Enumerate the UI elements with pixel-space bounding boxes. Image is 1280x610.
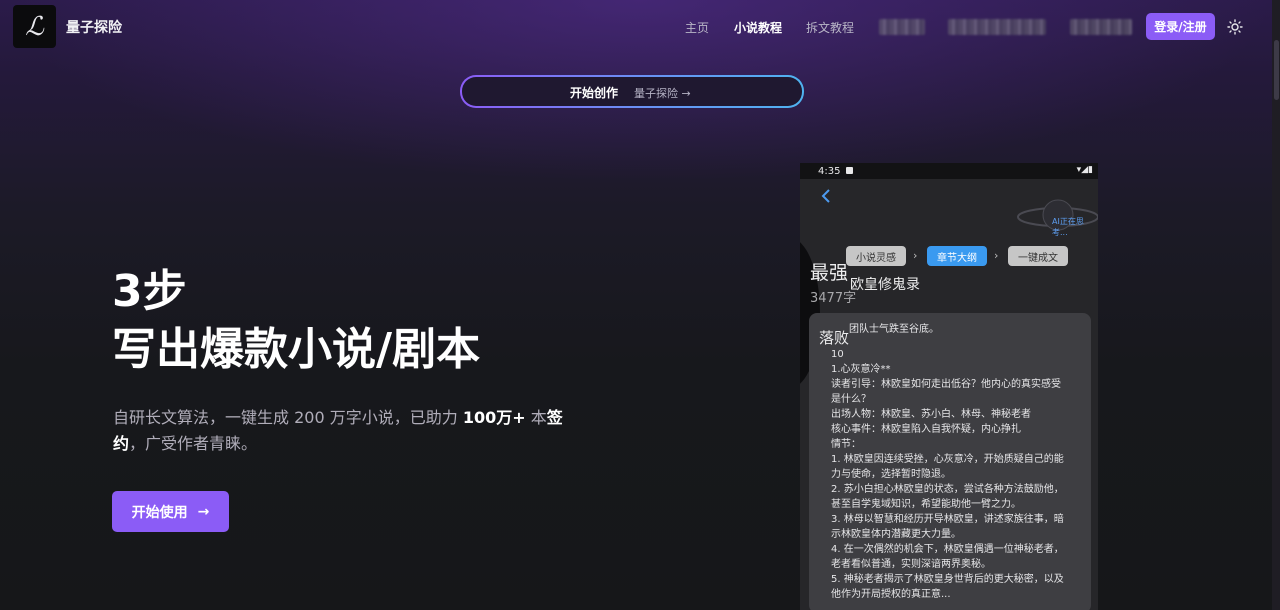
logo[interactable]: ℒ: [13, 5, 56, 48]
outline-line: 5. 神秘老者揭示了林欧皇身世背后的更大秘密，以及: [831, 574, 1064, 585]
outline-line: 力与使命，选择暂时隐退。: [831, 469, 951, 480]
outline-line: 1. 林欧皇因连续受挫，心灰意冷，开始质疑自己的能: [831, 454, 1064, 465]
step-chapter-outline[interactable]: 章节大纲: [927, 246, 987, 266]
scrollbar-thumb[interactable]: [1274, 40, 1279, 100]
chevron-right-icon: ›: [913, 249, 918, 262]
sun-icon[interactable]: [1227, 19, 1243, 35]
desc-highlight-count: 100万+: [462, 408, 526, 427]
outline-line: 他作为开局授权的真正意...: [831, 589, 951, 600]
phone-status-bar: 4:35 ▾◢▮: [800, 163, 1098, 179]
brand-name[interactable]: 量子探险: [66, 17, 122, 37]
ai-thinking-label: AI正在思考...: [1052, 217, 1084, 237]
outline-line: 读者引导：林欧皇如何走出低谷？他内心的真实感受: [831, 379, 1061, 390]
signal-battery-icon: ▾◢▮: [1076, 165, 1093, 175]
desc-part-a: 自研长文算法，一键生成 200 万字小说，已助力: [113, 408, 463, 427]
outline-line: 核心事件：林欧皇陷入自我怀疑，内心挣扎: [831, 424, 1021, 435]
outline-line: [831, 332, 1086, 347]
nav-link-home[interactable]: 主页: [685, 19, 709, 36]
step-generate-text[interactable]: 一键成文: [1008, 246, 1068, 266]
phone-title: 最强: [810, 262, 849, 284]
nav-link-novel-tutorial[interactable]: 小说教程: [734, 19, 782, 36]
outline-line: 2. 苏小白担心林欧皇的状态，尝试各种方法鼓励他，: [831, 484, 1064, 495]
notification-icon: [846, 167, 853, 174]
login-register-button[interactable]: 登录/注册: [1146, 13, 1215, 40]
status-time: 4:35: [818, 166, 841, 177]
get-started-button[interactable]: 开始使用 →: [112, 491, 229, 532]
outline-line: 10: [831, 349, 844, 360]
back-arrow-icon[interactable]: [820, 187, 832, 205]
outline-text: 10 1.心灰意冷** 读者引导：林欧皇如何走出低谷？他内心的真实感受 是什么？…: [831, 317, 1086, 602]
hero-title-line1: 3步: [112, 266, 187, 317]
outline-line: 3. 林母以智慧和经历开导林欧皇，讲述家族往事，暗: [831, 514, 1064, 525]
outline-line: 甚至自学鬼域知识，希望能助他一臂之力。: [831, 499, 1021, 510]
top-nav: ℒ 量子探险 主页 小说教程 拆文教程 登录/注册: [0, 0, 1280, 52]
desc-part-c: ，广受作者青睐。: [129, 434, 258, 453]
chevron-right-icon: ›: [994, 249, 999, 262]
announcement-banner[interactable]: 开始创作 量子探险 →: [460, 75, 804, 108]
banner-link[interactable]: 量子探险 →: [634, 85, 691, 101]
step-novel-inspiration[interactable]: 小说灵感: [846, 246, 906, 266]
hero-title-line2: 写出爆款小说/剧本: [112, 324, 481, 375]
nav-link-blurred-2[interactable]: [948, 19, 1046, 35]
nav-link-analysis-tutorial[interactable]: 拆文教程: [806, 19, 854, 36]
desc-part-b: 本: [525, 408, 547, 427]
banner-start-creating: 开始创作: [570, 86, 619, 100]
outline-line: 1.心灰意冷**: [831, 364, 891, 375]
outline-line: 示林欧皇体内潜藏更大力量。: [831, 529, 961, 540]
outline-line: 老者看似普通，实则深谙两界奥秘。: [831, 559, 991, 570]
phone-mockup: 4:35 ▾◢▮ AI正在思考... 最强 3477字 小说灵感 › 章节大纲 …: [800, 163, 1098, 610]
logo-glyph: ℒ: [25, 11, 44, 42]
outline-line: 情节：: [831, 439, 861, 450]
get-started-label: 开始使用: [131, 504, 188, 521]
nav-link-blurred-1[interactable]: [879, 19, 925, 35]
outline-line: 4. 在一次偶然的机会下，林欧皇偶遇一位神秘老者，: [831, 544, 1064, 555]
outline-line: [831, 317, 1086, 332]
hero-description: 自研长文算法，一键生成 200 万字小说，已助力 100万+ 本签约，广受作者青…: [113, 405, 593, 457]
outline-line: 出场人物：林欧皇、苏小白、林母、神秘老者: [831, 409, 1031, 420]
outline-line: 是什么？: [831, 394, 871, 405]
nav-link-blurred-3[interactable]: [1070, 19, 1132, 35]
novel-title: 欧皇修鬼录: [850, 277, 920, 293]
arrow-right-icon: →: [197, 503, 210, 520]
